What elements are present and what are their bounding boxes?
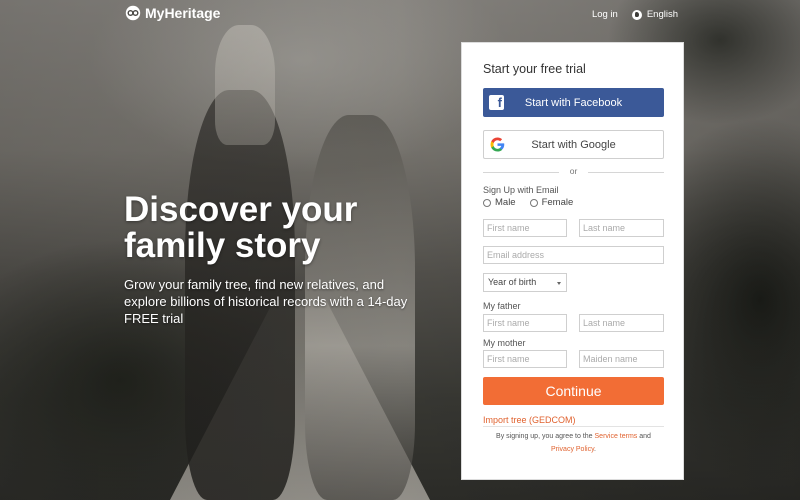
language-label: English (646, 9, 678, 20)
first-name-input[interactable] (483, 219, 567, 237)
or-label: or (569, 166, 578, 176)
chevron-down-icon (557, 282, 561, 285)
login-link[interactable]: Log in (592, 9, 618, 20)
terms-and: and (639, 433, 651, 440)
terms-prefix: By signing up, you agree to the (496, 433, 593, 440)
privacy-policy-link[interactable]: Privacy Policy (551, 446, 594, 453)
facebook-signup-button[interactable]: f Start with Facebook (483, 88, 664, 117)
father-heading: My father (483, 301, 521, 311)
continue-button[interactable]: Continue (483, 377, 664, 405)
language-selector[interactable]: English (631, 9, 678, 20)
gender-radio-group: Male Female (483, 197, 573, 208)
brand-logo[interactable]: MyHeritage (124, 5, 220, 21)
hero-title: Discover your family story (124, 192, 444, 264)
gender-female-radio[interactable]: Female (529, 197, 574, 208)
radio-circle-icon (529, 198, 538, 207)
facebook-icon: f (489, 95, 504, 110)
google-icon (490, 137, 505, 152)
terms-text: By signing up, you agree to the Service … (483, 430, 664, 456)
email-input[interactable] (483, 246, 664, 264)
divider-line-right (588, 172, 664, 173)
top-navigation: Log in English (592, 9, 678, 20)
father-first-name-input[interactable] (483, 314, 567, 332)
hero-title-line-2: family story (124, 226, 321, 265)
signup-card: Start your free trial f Start with Faceb… (461, 42, 684, 480)
globe-icon (631, 9, 642, 20)
google-button-label: Start with Google (531, 138, 616, 151)
last-name-input[interactable] (579, 219, 664, 237)
hero-subtitle: Grow your family tree, find new relative… (124, 277, 408, 326)
import-link-underline (483, 426, 664, 427)
year-of-birth-label: Year of birth (488, 277, 537, 287)
continue-button-label: Continue (545, 383, 602, 399)
import-gedcom-link[interactable]: Import tree (GEDCOM) (483, 415, 576, 425)
mother-first-name-input[interactable] (483, 350, 567, 368)
father-last-name-input[interactable] (579, 314, 664, 332)
terms-suffix: . (594, 446, 596, 453)
gender-female-label: Female (541, 197, 574, 208)
facebook-button-label: Start with Facebook (524, 96, 623, 109)
mother-maiden-name-input[interactable] (579, 350, 664, 368)
year-of-birth-select[interactable]: Year of birth (483, 273, 567, 292)
email-signup-heading: Sign Up with Email (483, 185, 559, 195)
hero-title-line-1: Discover your (124, 190, 358, 229)
service-terms-link[interactable]: Service terms (595, 433, 638, 440)
signup-title: Start your free trial (483, 62, 586, 76)
google-signup-button[interactable]: Start with Google (483, 130, 664, 159)
radio-circle-icon (483, 198, 491, 207)
gender-male-label: Male (495, 197, 516, 208)
brand-name: MyHeritage (145, 5, 221, 21)
gender-male-radio[interactable]: Male (483, 197, 516, 208)
or-divider: or (483, 166, 664, 178)
myheritage-logo-icon (125, 5, 141, 21)
mother-heading: My mother (483, 338, 526, 348)
